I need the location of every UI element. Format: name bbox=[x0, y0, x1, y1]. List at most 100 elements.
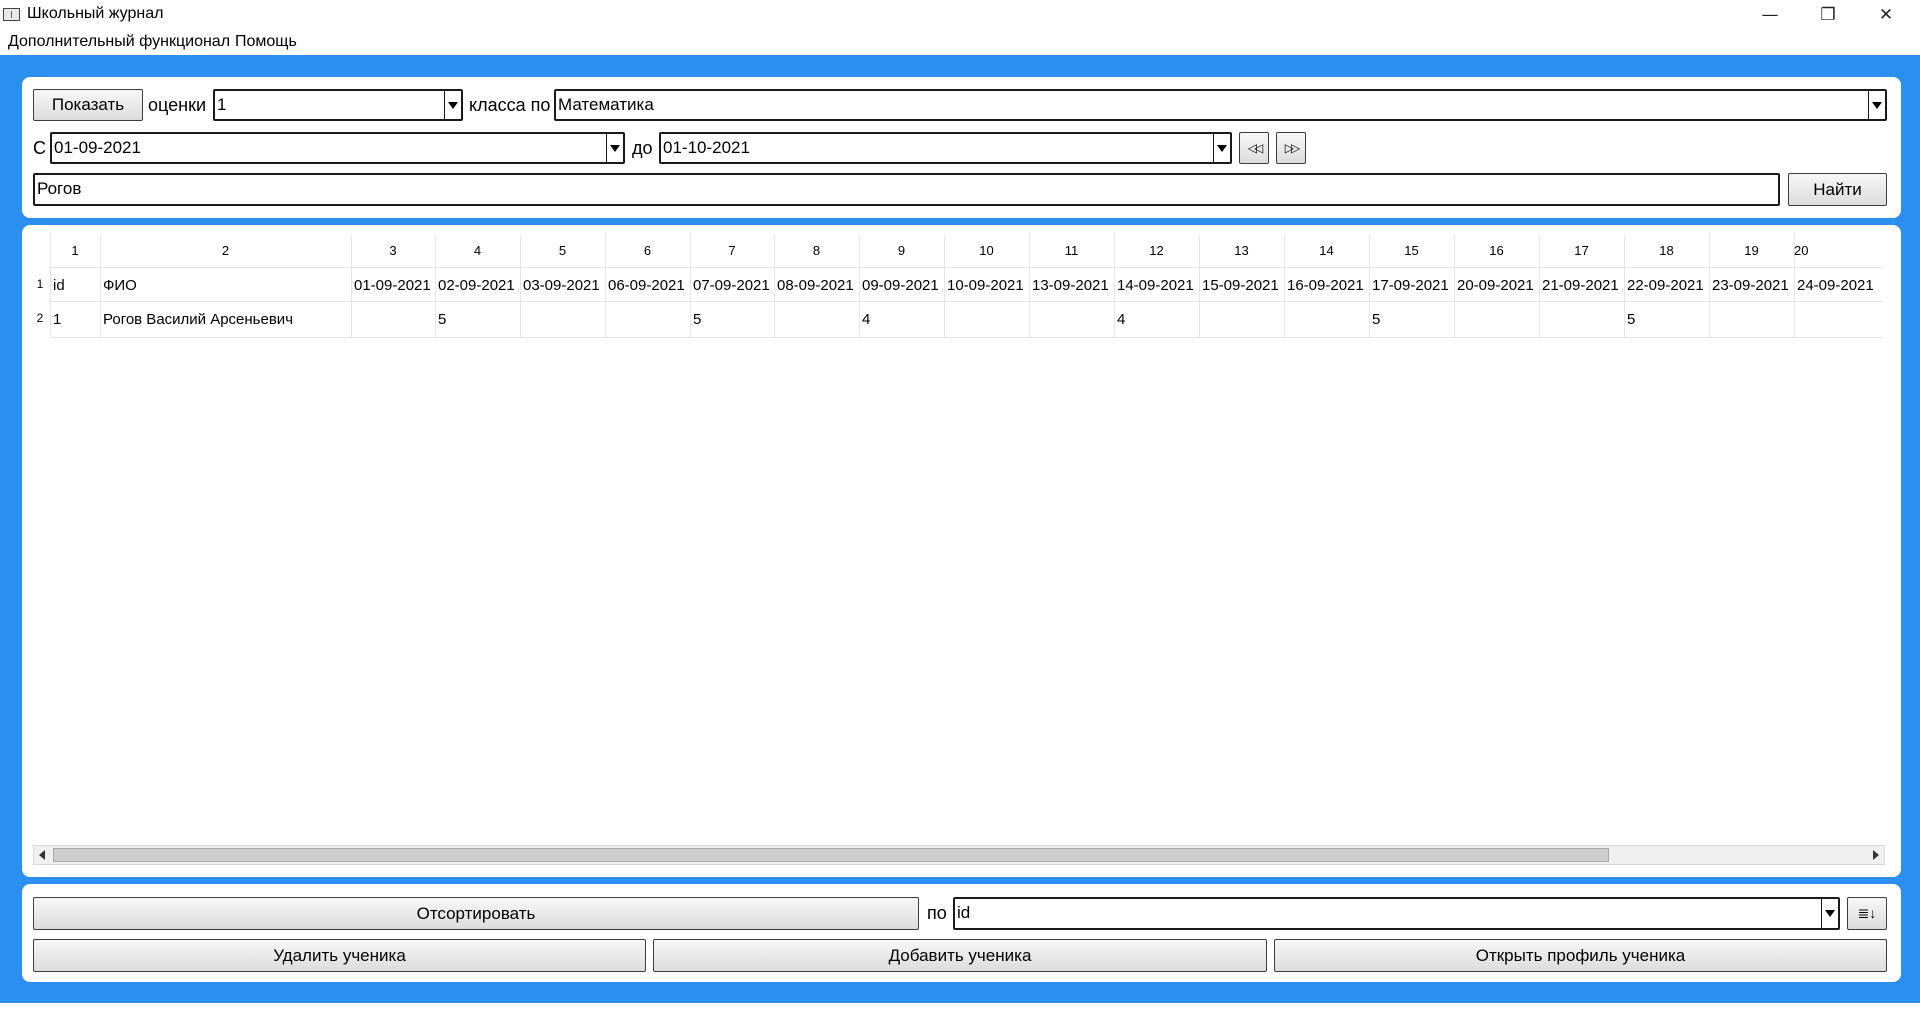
sort-by-label: по bbox=[927, 903, 947, 923]
column-number: 19 bbox=[1744, 243, 1759, 258]
horizontal-scrollbar[interactable] bbox=[33, 845, 1885, 865]
scroll-left-icon[interactable] bbox=[39, 850, 45, 860]
search-input[interactable]: Рогов bbox=[33, 173, 1780, 206]
column-number: 12 bbox=[1149, 243, 1164, 258]
column-number: 10 bbox=[979, 243, 994, 258]
open-profile-button[interactable]: Открыть профиль ученика bbox=[1274, 939, 1887, 972]
header-cell[interactable]: 24-09-2021 bbox=[1797, 277, 1874, 297]
sort-direction-button[interactable]: ≣↓ bbox=[1847, 897, 1887, 930]
column-number: 6 bbox=[643, 243, 652, 258]
column-number: 17 bbox=[1574, 243, 1589, 258]
menu-help[interactable]: Помощь bbox=[235, 33, 297, 51]
window-title: Школьный журнал bbox=[27, 5, 164, 22]
from-label: С bbox=[33, 138, 46, 158]
row-number: 1 bbox=[36, 277, 44, 291]
header-cell[interactable]: 10-09-2021 bbox=[947, 277, 1029, 297]
table-cell[interactable] bbox=[1032, 311, 1114, 331]
table-cell[interactable] bbox=[608, 311, 690, 331]
table-cell[interactable] bbox=[1712, 311, 1794, 331]
header-cell[interactable]: 14-09-2021 bbox=[1117, 277, 1199, 297]
add-student-button[interactable]: Добавить ученика bbox=[653, 939, 1267, 972]
column-number: 1 bbox=[71, 243, 79, 258]
subject-select[interactable]: Математика bbox=[554, 89, 1887, 121]
header-cell[interactable]: id bbox=[53, 277, 100, 297]
chevron-down-icon bbox=[444, 91, 461, 119]
header-cell[interactable]: 21-09-2021 bbox=[1542, 277, 1624, 297]
table-cell[interactable] bbox=[947, 311, 1029, 331]
column-number: 4 bbox=[473, 243, 482, 258]
header-cell[interactable]: 23-09-2021 bbox=[1712, 277, 1794, 297]
prev-period-button[interactable]: ◁◁ bbox=[1239, 132, 1269, 164]
table-cell[interactable] bbox=[354, 311, 435, 331]
scroll-thumb[interactable] bbox=[53, 848, 1609, 862]
header-cell[interactable]: 07-09-2021 bbox=[693, 277, 774, 297]
header-cell[interactable]: 08-09-2021 bbox=[777, 277, 859, 297]
from-date-select[interactable]: 01-09-2021 bbox=[50, 132, 625, 164]
next-period-button[interactable]: ▷▷ bbox=[1276, 132, 1306, 164]
delete-student-button[interactable]: Удалить ученика bbox=[33, 939, 646, 972]
chevron-down-icon bbox=[1821, 899, 1838, 928]
column-number: 8 bbox=[812, 243, 821, 258]
table-cell[interactable]: 5 bbox=[438, 311, 520, 331]
minimize-button[interactable]: — bbox=[1742, 0, 1798, 30]
table-cell[interactable] bbox=[1287, 311, 1369, 331]
header-cell[interactable]: ФИО bbox=[103, 277, 351, 297]
table-cell[interactable] bbox=[523, 311, 605, 331]
table-cell[interactable] bbox=[777, 311, 859, 331]
header-cell[interactable]: 22-09-2021 bbox=[1627, 277, 1709, 297]
table-cell[interactable] bbox=[1202, 311, 1284, 331]
column-number: 3 bbox=[389, 243, 397, 258]
grid-line bbox=[50, 301, 1883, 302]
header-cell[interactable]: 13-09-2021 bbox=[1032, 277, 1114, 297]
chevron-down-icon bbox=[606, 134, 623, 162]
column-number: 5 bbox=[558, 243, 567, 258]
scroll-right-icon[interactable] bbox=[1873, 850, 1879, 860]
menu-bar: Дополнительный функционал Помощь bbox=[0, 30, 1920, 55]
header-cell[interactable]: 09-09-2021 bbox=[862, 277, 944, 297]
column-number: 11 bbox=[1064, 243, 1079, 258]
to-date-select[interactable]: 01-10-2021 bbox=[659, 132, 1232, 164]
close-button[interactable]: ✕ bbox=[1858, 0, 1914, 30]
table-cell[interactable] bbox=[1542, 311, 1624, 331]
sort-button[interactable]: Отсортировать bbox=[33, 897, 919, 930]
header-cell[interactable]: 20-09-2021 bbox=[1457, 277, 1539, 297]
table-cell[interactable] bbox=[1457, 311, 1539, 331]
find-button[interactable]: Найти bbox=[1788, 173, 1887, 206]
column-number: 9 bbox=[897, 243, 906, 258]
grid-line bbox=[50, 337, 1883, 338]
column-number: 16 bbox=[1489, 243, 1504, 258]
header-cell[interactable]: 16-09-2021 bbox=[1287, 277, 1369, 297]
table-cell[interactable]: 4 bbox=[862, 311, 944, 331]
restore-button[interactable]: ❐ bbox=[1800, 0, 1856, 30]
column-number: 14 bbox=[1319, 243, 1334, 258]
grades-table: 1 2 3 4 5 6 7 8 9 10 11 12 13 14 15 16 17 18 19 20 1 2 id ФИО 01… bbox=[33, 235, 1883, 339]
header-cell[interactable]: 03-09-2021 bbox=[523, 277, 605, 297]
to-label: до bbox=[632, 138, 653, 158]
column-number: 2 bbox=[221, 243, 230, 258]
title-bar: Школьный журнал — ❐ ✕ bbox=[0, 0, 1920, 30]
header-cell[interactable]: 15-09-2021 bbox=[1202, 277, 1284, 297]
table-cell[interactable]: 5 bbox=[1627, 311, 1709, 331]
sort-field-select[interactable]: id bbox=[953, 897, 1840, 930]
menu-additional[interactable]: Дополнительный функционал bbox=[8, 33, 230, 51]
show-button[interactable]: Показать bbox=[33, 89, 143, 121]
grade-select[interactable]: 1 bbox=[213, 89, 463, 121]
class-label: класса по bbox=[469, 95, 551, 115]
header-cell[interactable]: 02-09-2021 bbox=[438, 277, 520, 297]
column-number: 20 bbox=[1794, 243, 1809, 258]
chevron-down-icon bbox=[1868, 91, 1885, 119]
chevron-down-icon bbox=[1213, 134, 1230, 162]
column-number: 7 bbox=[728, 243, 736, 258]
header-cell[interactable]: 17-09-2021 bbox=[1372, 277, 1454, 297]
table-cell[interactable]: 5 bbox=[693, 311, 774, 331]
grid-line bbox=[50, 267, 1883, 268]
table-cell[interactable]: 5 bbox=[1372, 311, 1454, 331]
header-cell[interactable]: 06-09-2021 bbox=[608, 277, 690, 297]
table-cell[interactable]: 1 bbox=[53, 311, 100, 331]
grades-label: оценки bbox=[148, 95, 206, 115]
header-cell[interactable]: 01-09-2021 bbox=[354, 277, 435, 297]
table-cell[interactable]: 4 bbox=[1117, 311, 1199, 331]
column-number: 15 bbox=[1404, 243, 1419, 258]
table-cell[interactable]: Рогов Василий Арсеньевич bbox=[103, 311, 351, 331]
app-icon bbox=[3, 8, 20, 21]
